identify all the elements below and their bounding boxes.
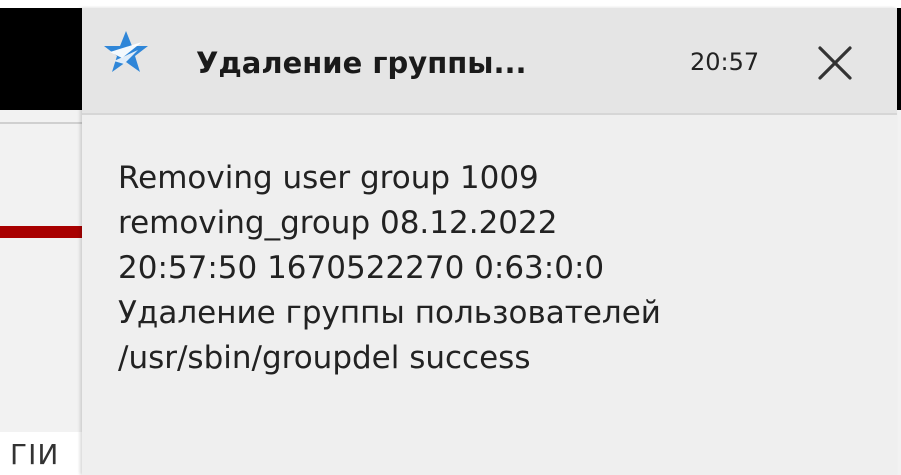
- background-text-strip: ГІИ: [0, 432, 90, 475]
- notification-body-line: Removing user group 1009: [118, 160, 539, 196]
- notification-body-line: /usr/sbin/groupdel success: [118, 340, 531, 376]
- screen-top-edge: [0, 0, 901, 8]
- notification-body: Removing user group 1009 removing_group …: [118, 156, 878, 381]
- background-text-fragment: ГІИ: [10, 438, 60, 471]
- notification-header: Удаление группы... 20:57: [82, 8, 897, 115]
- notification-body-line: Удаление группы пользователей: [118, 295, 661, 331]
- notification-popup[interactable]: Удаление группы... 20:57 Removing user g…: [82, 8, 897, 475]
- notification-title: Удаление группы...: [196, 46, 527, 80]
- notification-body-line: 20:57:50 1670522270 0:63:0:0: [118, 250, 605, 286]
- background-divider: [0, 122, 90, 124]
- notification-body-line: removing_group 08.12.2022: [118, 205, 558, 241]
- background-accent-bar: [0, 226, 90, 238]
- app-star-icon: [102, 28, 150, 76]
- close-icon[interactable]: [816, 44, 854, 82]
- notification-time: 20:57: [690, 48, 760, 76]
